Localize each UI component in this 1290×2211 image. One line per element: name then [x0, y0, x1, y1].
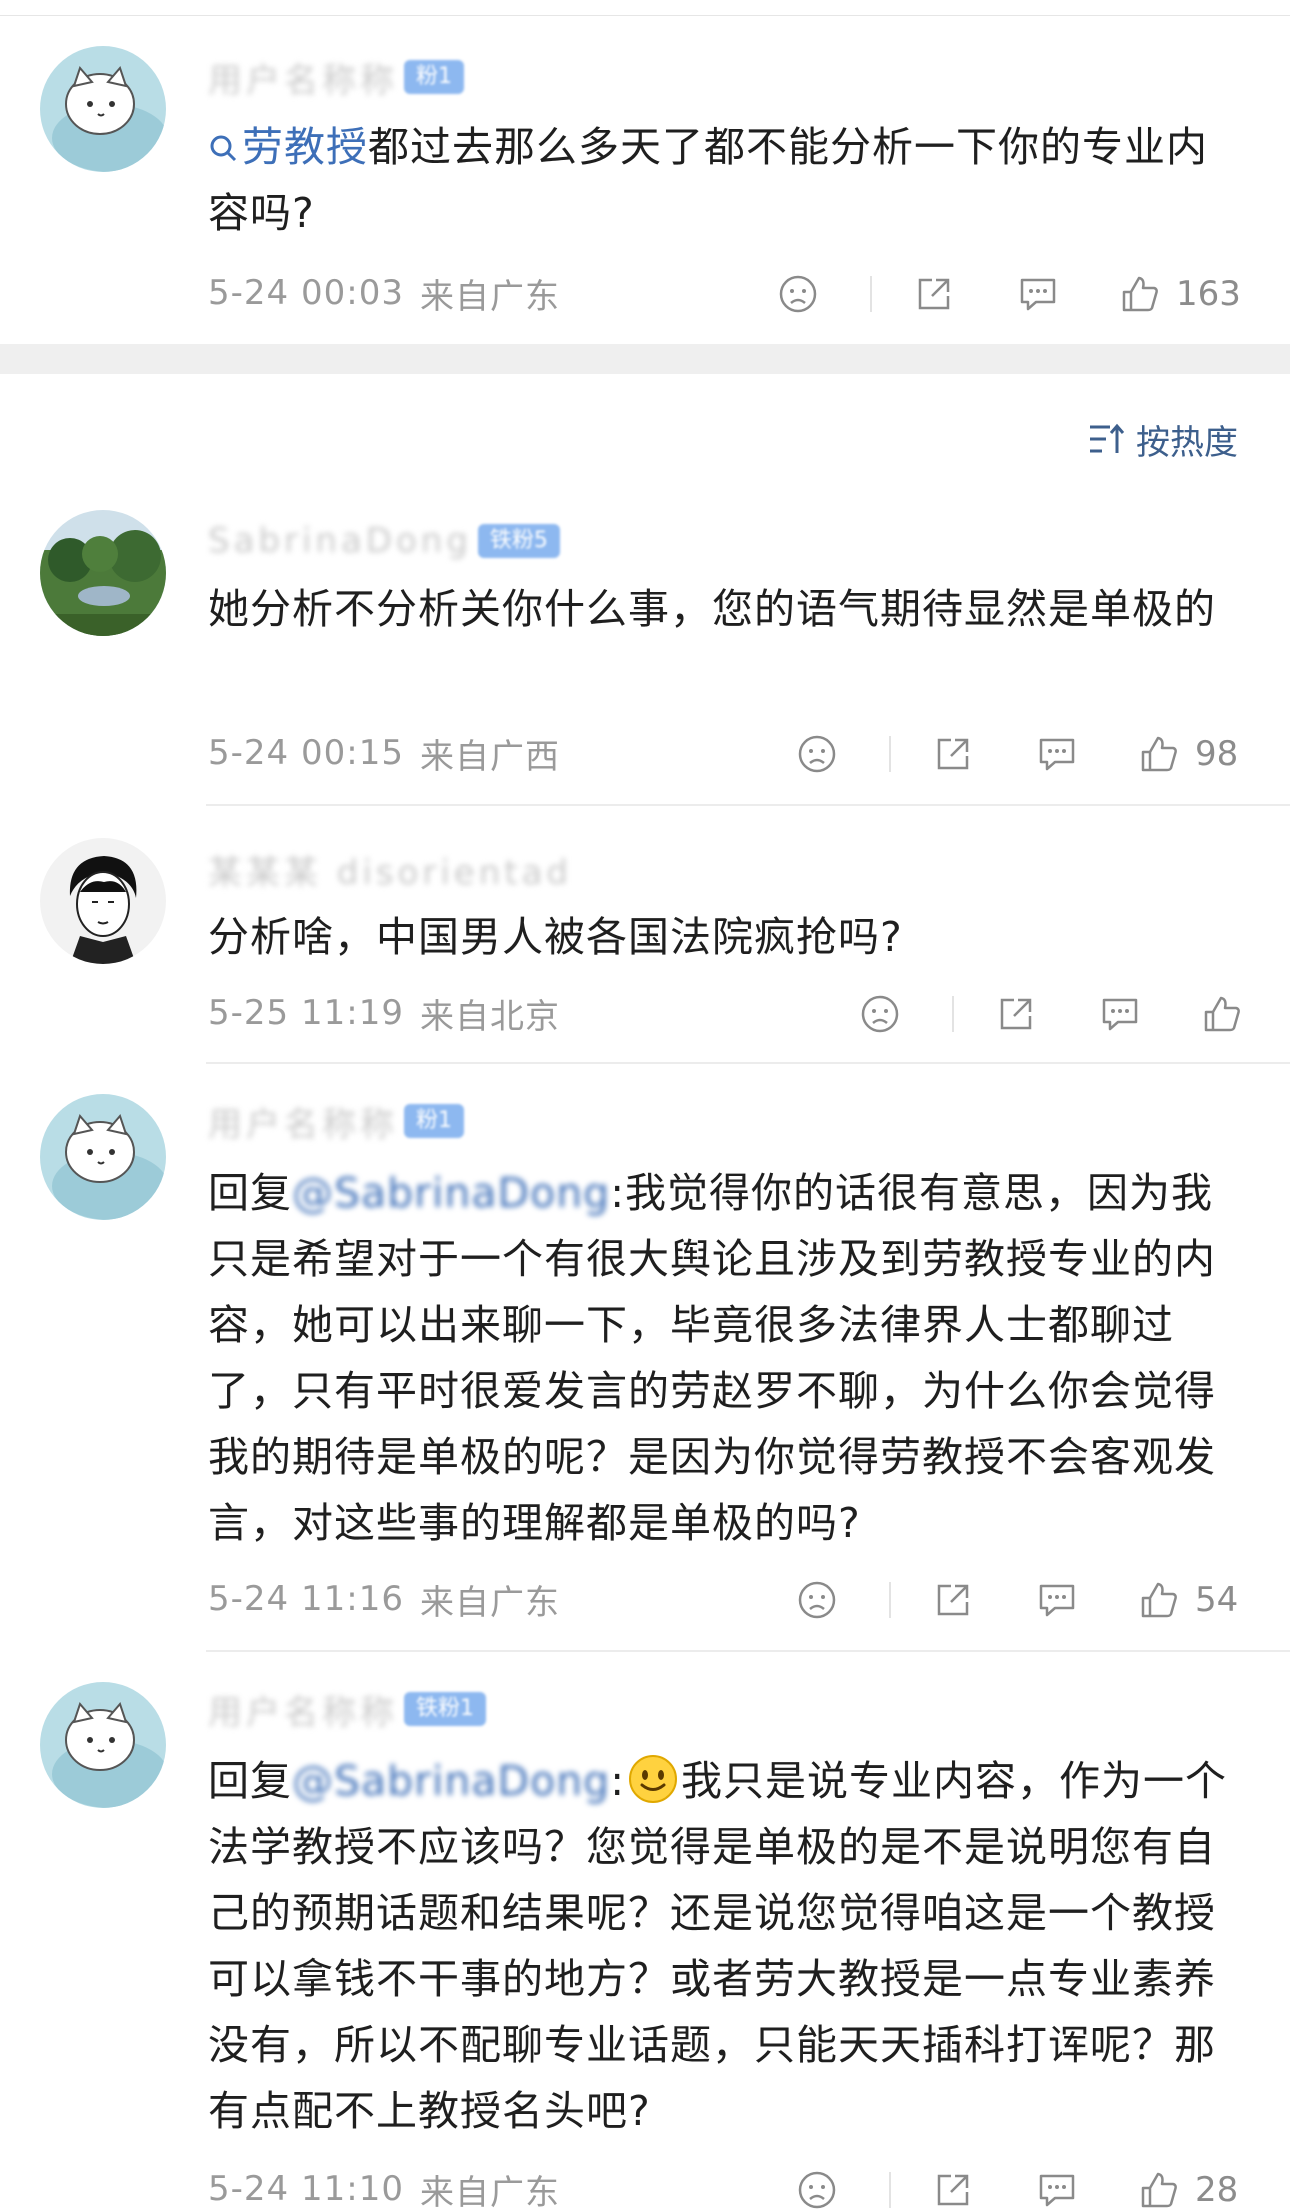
comment-meta: 5-24 11:16 来自广东	[208, 1574, 560, 1624]
mention-link[interactable]: 劳教授	[242, 123, 368, 171]
smile-emoji-icon	[629, 1755, 678, 1803]
user-row: 某某某 disorientad	[208, 845, 572, 894]
location: 来自北京	[419, 996, 560, 1037]
location: 来自广东	[419, 2172, 560, 2211]
thumbs-up-icon[interactable]	[1194, 986, 1250, 1042]
share-icon[interactable]	[988, 986, 1044, 1042]
comment-meta: 5-24 11:10 来自广东	[208, 2164, 560, 2211]
avatar[interactable]	[40, 510, 166, 636]
sad-face-icon[interactable]	[789, 1572, 845, 1628]
comment-bubble-icon[interactable]	[1010, 266, 1066, 322]
sort-label: 按热度	[1136, 422, 1238, 463]
location: 来自广东	[419, 276, 560, 317]
comment-text: 分析啥，中国男人被各国法院疯抢吗?	[208, 913, 903, 961]
comment-bubble-icon[interactable]	[1092, 986, 1148, 1042]
share-icon[interactable]	[925, 1572, 981, 1628]
username[interactable]: 某某某 disorientad	[208, 845, 572, 894]
sad-face-icon[interactable]	[852, 986, 908, 1042]
divider	[206, 804, 1290, 806]
comment-text: 回复@SabrinaDong:我觉得你的话很有意思，因为我只是希望对于一个有很大…	[208, 1160, 1248, 1556]
username[interactable]: 用户名称称	[208, 1097, 398, 1146]
thumbs-up-icon[interactable]	[1131, 1572, 1187, 1628]
comment-bubble-icon[interactable]	[1029, 726, 1085, 782]
location: 来自广西	[419, 736, 560, 777]
sad-face-icon[interactable]	[789, 726, 845, 782]
username[interactable]: 用户名称称	[208, 1685, 398, 1734]
user-row: SabrinaDong 铁粉5	[208, 518, 560, 564]
comment-bubble-icon[interactable]	[1029, 2162, 1085, 2211]
comment-meta: 5-24 00:03 来自广东	[208, 268, 560, 318]
sort-icon	[1090, 423, 1125, 453]
comment-bubble-icon[interactable]	[1029, 1572, 1085, 1628]
fan-badge: 粉1	[404, 1104, 464, 1138]
sort-toggle[interactable]: 按热度	[1086, 414, 1238, 464]
user-row: 用户名称称 粉1	[208, 53, 464, 102]
reply-colon: :	[610, 1757, 626, 1805]
action-bar: 163	[770, 266, 1241, 322]
comment-body: :我觉得你的话很有意思，因为我只是希望对于一个有很大舆论且涉及到劳教授专业的内容…	[208, 1169, 1216, 1547]
like-count: 28	[1195, 2170, 1239, 2210]
comment-meta: 5-25 11:19 来自北京	[208, 988, 560, 1038]
share-icon[interactable]	[906, 266, 962, 322]
timestamp: 5-24 00:03	[208, 273, 404, 313]
share-icon[interactable]	[925, 726, 981, 782]
username[interactable]: 用户名称称	[208, 53, 398, 102]
reply-prefix: 回复	[208, 1169, 292, 1217]
like-count: 54	[1195, 1580, 1239, 1620]
fan-badge: 铁粉1	[404, 1692, 486, 1726]
comment-text: 她分析不分析关你什么事，您的语气期待显然是单极的	[208, 585, 1216, 633]
like-count: 98	[1195, 734, 1239, 774]
user-row: 用户名称称 铁粉1	[208, 1685, 486, 1734]
timestamp: 5-24 00:15	[208, 733, 404, 773]
timestamp: 5-24 11:10	[208, 2169, 404, 2209]
comment-text: 劳教授都过去那么多天了都不能分析一下你的专业内容吗?	[208, 114, 1248, 246]
avatar[interactable]	[40, 1094, 166, 1220]
reply-prefix: 回复	[208, 1757, 292, 1805]
avatar[interactable]	[40, 46, 166, 172]
fan-badge: 粉1	[404, 60, 464, 94]
action-separator	[889, 1582, 891, 1618]
thumbs-up-icon[interactable]	[1112, 266, 1168, 322]
comment-meta: 5-24 00:15 来自广西	[208, 728, 560, 778]
sad-face-icon[interactable]	[789, 2162, 845, 2211]
action-separator	[870, 276, 872, 312]
action-bar: 28	[789, 2162, 1238, 2211]
comment-body: 我只是说专业内容，作为一个法学教授不应该吗？您觉得是单极的是不是说明您有自己的预…	[208, 1757, 1228, 2135]
sad-face-icon[interactable]	[770, 266, 826, 322]
thumbs-up-icon[interactable]	[1131, 726, 1187, 782]
location: 来自广东	[419, 1582, 560, 1623]
timestamp: 5-25 11:19	[208, 993, 404, 1033]
reply-target-link[interactable]: @SabrinaDong	[292, 1757, 610, 1805]
avatar[interactable]	[40, 838, 166, 964]
share-icon[interactable]	[925, 2162, 981, 2211]
thumbs-up-icon[interactable]	[1131, 2162, 1187, 2211]
divider	[206, 1062, 1290, 1064]
user-row: 用户名称称 粉1	[208, 1097, 464, 1146]
section-gap	[0, 344, 1290, 374]
action-separator	[889, 736, 891, 772]
action-separator	[952, 996, 954, 1032]
search-icon	[210, 135, 237, 162]
action-bar	[852, 986, 1250, 1042]
action-bar: 54	[789, 1572, 1238, 1628]
top-rule	[0, 0, 1290, 16]
action-bar: 98	[789, 726, 1238, 782]
divider	[206, 1650, 1290, 1652]
action-separator	[889, 2172, 891, 2208]
like-count: 163	[1176, 274, 1241, 314]
fan-badge: 铁粉5	[477, 524, 560, 558]
reply-target-link[interactable]: @SabrinaDong	[292, 1169, 610, 1217]
username[interactable]: SabrinaDong	[208, 521, 472, 561]
timestamp: 5-24 11:16	[208, 1579, 404, 1619]
avatar[interactable]	[40, 1682, 166, 1808]
comment-text: 回复@SabrinaDong: 我只是说专业内容，作为一个法学教授不应该吗？您觉得…	[208, 1748, 1248, 2144]
